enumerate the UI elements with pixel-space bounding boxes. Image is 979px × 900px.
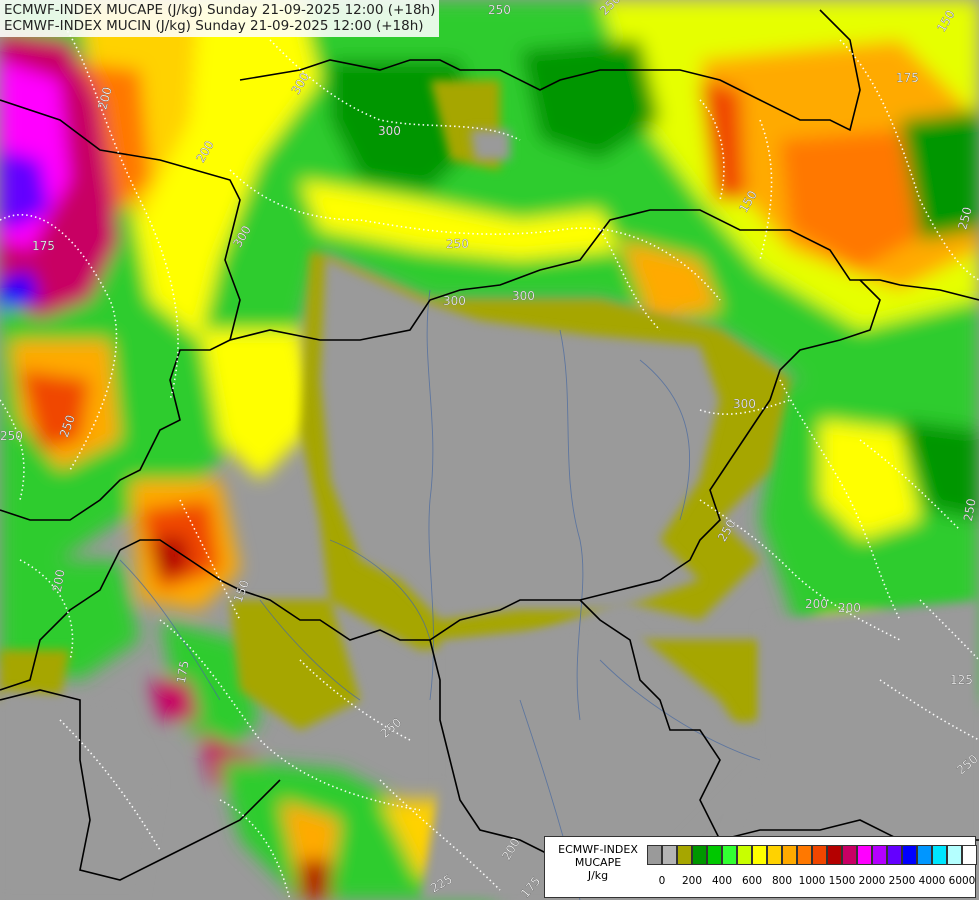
legend-swatch (662, 845, 677, 865)
legend-swatch (692, 845, 707, 865)
legend-swatch (782, 845, 797, 865)
weather-map: 250 300 300 250 300 300 300 250 250 250 … (0, 0, 979, 900)
mucin-label: 300 (378, 124, 401, 138)
legend-tick-label: 4000 (918, 875, 946, 887)
mucin-label: 175 (32, 239, 55, 253)
legend-swatch (962, 845, 977, 865)
mucin-label: 300 (512, 289, 535, 303)
legend-tick-label: 1000 (798, 875, 826, 887)
legend-swatch (752, 845, 767, 865)
legend-swatch (872, 845, 887, 865)
mucin-label: 175 (896, 71, 919, 85)
legend-swatch (932, 845, 947, 865)
legend-tick-label: 2500 (888, 875, 916, 887)
mucin-label: 250 (488, 3, 511, 17)
legend-tick-label: 1500 (828, 875, 856, 887)
legend-swatch (737, 845, 752, 865)
mucin-label: 200 (838, 601, 861, 615)
legend-swatch (827, 845, 842, 865)
legend-swatch (707, 845, 722, 865)
legend-swatch (887, 845, 902, 865)
title-line-mucape: ECMWF-INDEX MUCAPE (J/kg) Sunday 21-09-2… (4, 2, 436, 18)
color-legend: ECMWF-INDEX MUCAPE J/kg 0 200 400 600 800 100… (544, 836, 977, 898)
legend-unit: J/kg (587, 869, 609, 882)
mucin-label: 300 (443, 294, 466, 308)
legend-swatch (857, 845, 872, 865)
mucin-label: 250 (0, 429, 23, 443)
mucin-label: 250 (446, 237, 469, 251)
legend-swatch (902, 845, 917, 865)
legend-swatch (947, 845, 962, 865)
legend-tick-label: 0 (658, 875, 666, 887)
legend-swatch (797, 845, 812, 865)
legend-swatch (767, 845, 782, 865)
title-line-mucin: ECMWF-INDEX MUCIN (J/kg) Sunday 21-09-20… (4, 18, 424, 34)
legend-swatch (722, 845, 737, 865)
legend-swatch (647, 845, 662, 865)
legend-tick-label: 400 (711, 875, 733, 887)
legend-tick-label: 800 (771, 875, 793, 887)
mucin-label: 300 (733, 397, 756, 411)
legend-tick-label: 600 (741, 875, 763, 887)
legend-swatch (812, 845, 827, 865)
legend-tick-label: 2000 (858, 875, 886, 887)
legend-tick-label: 6000 (948, 875, 976, 887)
legend-variable: MUCAPE (574, 856, 622, 869)
mucin-label: 200 (805, 597, 828, 611)
map-title: ECMWF-INDEX MUCAPE (J/kg) Sunday 21-09-2… (0, 0, 440, 37)
mucin-label: 125 (950, 673, 973, 687)
legend-tick-label: 200 (681, 875, 703, 887)
legend-source: ECMWF-INDEX (558, 843, 638, 856)
legend-swatch (842, 845, 857, 865)
legend-swatch (677, 845, 692, 865)
legend-title: ECMWF-INDEX MUCAPE J/kg (549, 843, 647, 882)
legend-swatch (917, 845, 932, 865)
